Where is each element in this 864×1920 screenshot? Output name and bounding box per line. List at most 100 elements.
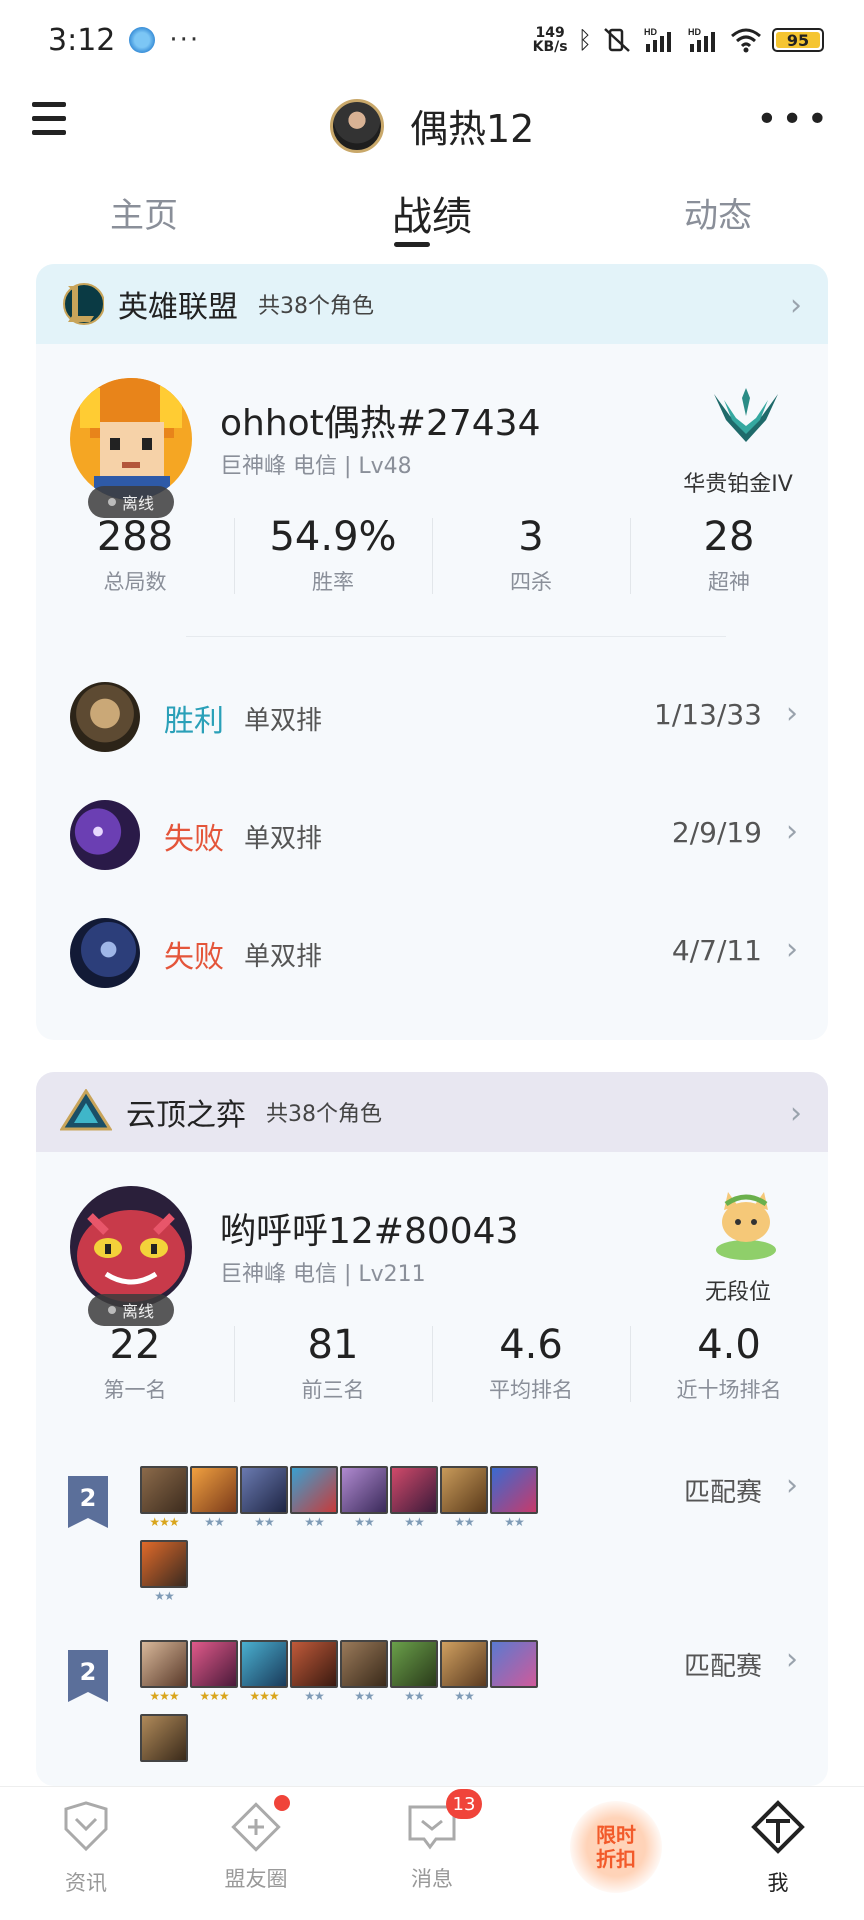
chevron-right-icon: › [786,932,798,967]
tab-records[interactable]: 战绩 [392,184,472,242]
avatar[interactable] [70,378,192,500]
unit-list: ★★★ ★★ ★★ ★★ ★★ ★★ ★★ ★★ ★★ [140,1466,540,1606]
more-options-button[interactable]: ••• [756,102,832,138]
page-title: 偶热12 [410,107,535,151]
tab-feed[interactable]: 动态 [684,188,752,237]
unit-icon: ★★ [340,1466,388,1532]
menu-button[interactable] [32,102,72,146]
chevron-right-icon: › [790,1096,802,1131]
stat-top-three: 81 前三名 [234,1318,432,1418]
nav-me[interactable]: 我 [718,1799,838,1897]
unit-icon: ★★ [340,1640,388,1706]
tab-indicator [394,242,430,247]
message-count-badge: 13 [446,1789,482,1819]
lol-stats: 288 总局数 54.9% 胜率 3 四杀 28 超神 [36,510,828,610]
tft-stats: 22 第一名 81 前三名 4.6 平均排名 4.0 近十场排名 [36,1318,828,1418]
profile-title: 偶热12 [330,98,534,153]
unit-icon [140,1714,188,1780]
match-mode: 匹配赛 [683,1478,762,1508]
match-queue: 单双排 [244,824,323,854]
player-server-level: 巨神峰 电信 | Lv48 [220,454,412,479]
match-kda: 2/9/19 [671,816,762,849]
bluetooth-icon: ᛒ [577,26,592,54]
game-name: 云顶之弈 [126,1098,246,1133]
unranked-icon [716,1192,776,1260]
chevron-right-icon: › [786,1468,798,1503]
match-result: 失败 [164,822,224,857]
nav-news[interactable]: 资讯 [26,1799,146,1897]
app-header: 偶热12 ••• [0,80,864,170]
unit-icon: ★★ [190,1466,238,1532]
match-queue: 单双排 [244,942,323,972]
unit-icon: ★★ [440,1466,488,1532]
player-name: 哟呼呼12#80043 [220,1211,519,1252]
profile-tabs: 主页 战绩 动态 [0,180,864,250]
signal-icon-1: HD [644,27,671,52]
stat-recent-placement: 4.0 近十场排名 [630,1318,828,1418]
avatar[interactable] [330,98,384,153]
tft-card: 云顶之弈 共38个角色 › 离线 哟呼呼12#80043 巨神峰 电信 | Lv… [36,1072,828,1786]
match-result: 胜利 [164,704,224,739]
champion-icon [70,800,140,870]
status-more: ··· [169,25,201,55]
match-row[interactable]: 失败 单双排 2/9/19 › [36,786,828,882]
vibrate-off-icon [604,28,630,52]
status-bar: 3:12 ··· 149 KB/s ᛒ HD HD 95 [0,0,864,80]
stat-avg-placement: 4.6 平均排名 [432,1318,630,1418]
tft-logo-icon [60,1089,112,1131]
svg-text:HD: HD [688,27,701,37]
stat-legendary: 28 超神 [630,510,828,610]
news-icon [64,1801,108,1852]
me-icon [751,1800,805,1854]
unit-icon: ★★ [290,1466,338,1532]
chevron-right-icon: › [786,696,798,731]
tft-card-header[interactable]: 云顶之弈 共38个角色 › [36,1072,828,1152]
nav-messages[interactable]: 13 消息 [372,1789,492,1893]
unit-icon: ★★ [440,1640,488,1706]
bottom-nav: 资讯 盟友圈 13 消息 限时 折扣 我 [0,1786,864,1920]
stat-total-games: 288 总局数 [96,514,174,594]
role-count: 共38个角色 [258,294,374,319]
stat-win-rate: 54.9% 胜率 [234,510,432,610]
champion-icon [70,682,140,752]
svg-text:2: 2 [80,1658,97,1686]
unit-icon: ★★★ [140,1640,188,1706]
rank-label: 无段位 [704,1280,771,1305]
wifi-icon [731,28,761,53]
nav-friends[interactable]: 盟友圈 [196,1795,316,1893]
chevron-right-icon: › [790,288,802,323]
network-speed: 149 KB/s [532,25,568,55]
match-row[interactable]: 失败 单双排 4/7/11 › [36,904,828,1000]
match-result: 失败 [164,940,224,975]
chevron-right-icon: › [786,814,798,849]
unit-icon: ★★ [490,1466,538,1532]
avatar[interactable] [70,1186,192,1308]
limited-discount-button[interactable]: 限时 折扣 [570,1801,662,1893]
tft-match-row[interactable]: 2 ★★★ ★★ ★★ ★★ ★★ ★★ ★★ ★★ ★★ 匹配赛 › [36,1466,828,1626]
battery-icon: 95 [772,28,824,52]
lol-logo-icon [63,283,104,325]
unit-icon: ★★★ [190,1640,238,1706]
rank-label: 华贵铂金IV [683,472,793,497]
player-name: ohhot偶热#27434 [220,403,541,444]
svg-text:HD: HD [644,27,657,37]
placement-badge: 2 [68,1476,108,1528]
unit-icon: ★★ [290,1640,338,1706]
tft-match-row[interactable]: 2 ★★★ ★★★ ★★★ ★★ ★★ ★★ ★★ 匹配赛 › [36,1640,828,1786]
tab-home[interactable]: 主页 [110,188,178,237]
lol-profile: 离线 ohhot偶热#27434 巨神峰 电信 | Lv48 华贵铂金IV [36,344,828,518]
lol-card-header[interactable]: 英雄联盟 共38个角色 › [36,264,828,344]
unit-icon: ★★★ [240,1640,288,1706]
tft-profile: 离线 哟呼呼12#80043 巨神峰 电信 | Lv211 无段位 [36,1152,828,1326]
unit-icon: ★★ [140,1540,188,1606]
match-kda: 1/13/33 [654,698,762,731]
player-server-level: 巨神峰 电信 | Lv211 [220,1262,426,1287]
unit-list: ★★★ ★★★ ★★★ ★★ ★★ ★★ ★★ [140,1640,540,1780]
signal-icon-2: HD [688,27,715,52]
unit-icon: ★★ [240,1466,288,1532]
lol-card: 英雄联盟 共38个角色 › 离线 ohhot偶热#27434 巨神峰 电信 | … [36,264,828,1040]
unit-icon: ★★★ [140,1466,188,1532]
match-row[interactable]: 胜利 单双排 1/13/33 › [36,668,828,764]
role-count: 共38个角色 [266,1102,382,1127]
app-notification-icon [129,27,156,53]
